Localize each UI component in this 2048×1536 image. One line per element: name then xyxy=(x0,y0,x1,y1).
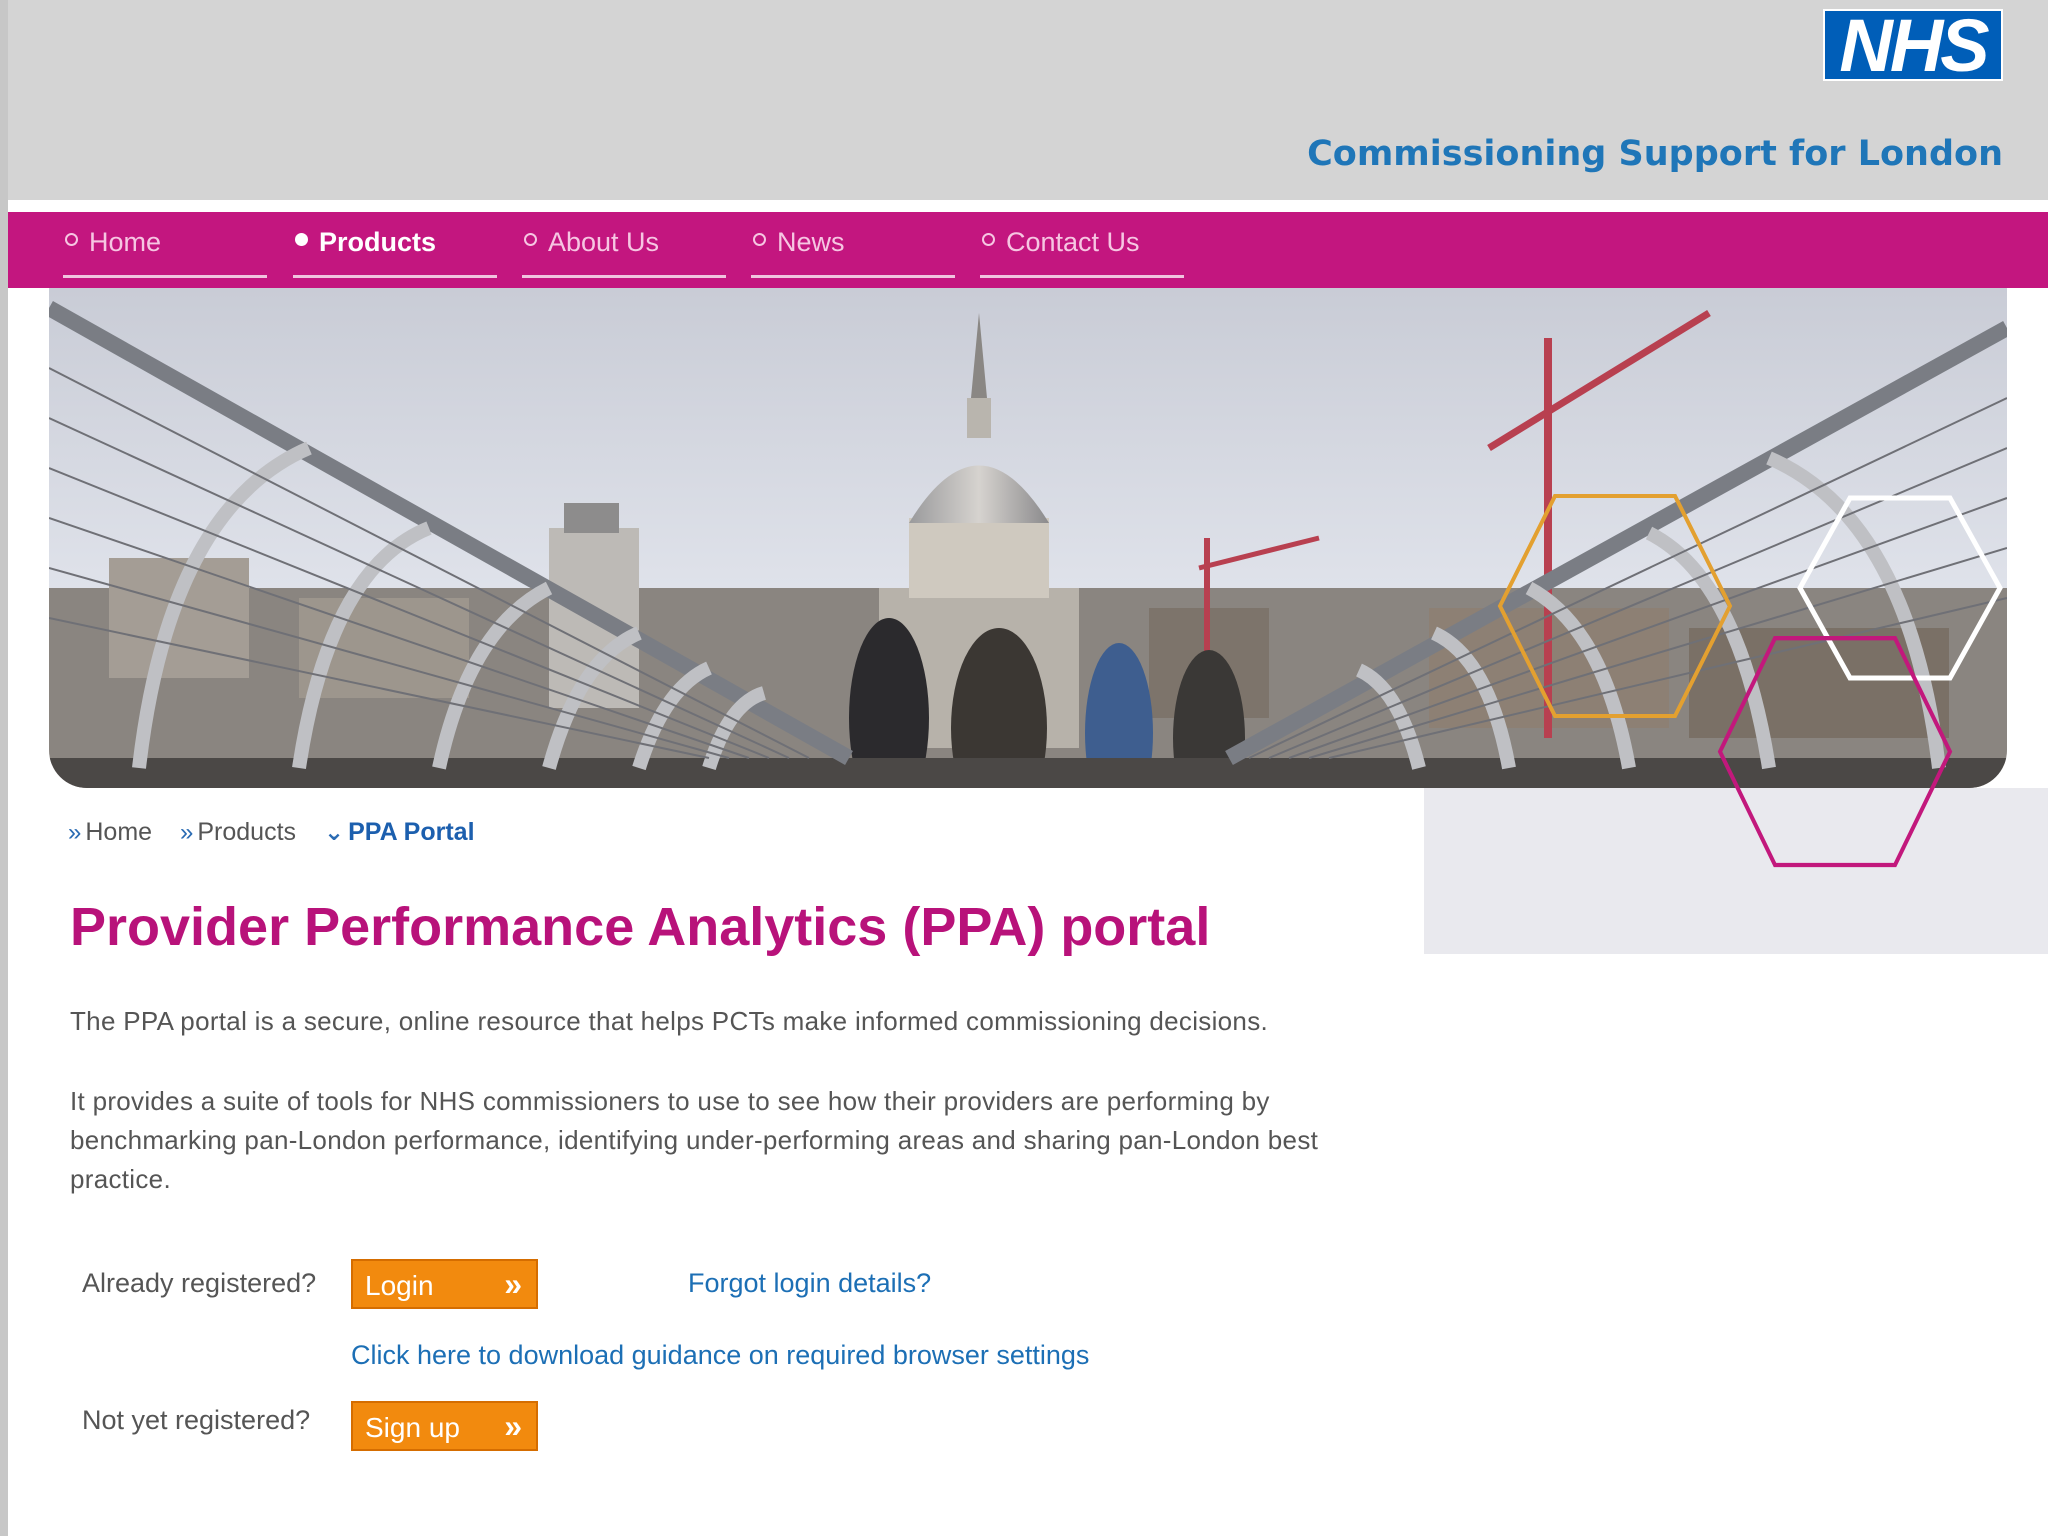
nav-bullet-icon xyxy=(524,233,537,246)
signup-button-label: Sign up xyxy=(365,1412,460,1443)
intro-paragraph: The PPA portal is a secure, online resou… xyxy=(70,1006,1269,1036)
breadcrumb-label: PPA Portal xyxy=(348,818,475,846)
site-header: NHS Commissioning Support for London xyxy=(8,0,2048,200)
already-registered-label: Already registered? xyxy=(82,1268,317,1298)
nav-item-about-us[interactable]: About Us xyxy=(522,212,726,278)
not-registered-label: Not yet registered? xyxy=(82,1405,311,1435)
login-button[interactable]: Login » xyxy=(351,1259,538,1309)
double-chevron-right-icon: » xyxy=(504,1408,522,1444)
nav-item-contact-us[interactable]: Contact Us xyxy=(980,212,1184,278)
right-side-panel xyxy=(1424,788,2048,954)
forgot-login-link[interactable]: Forgot login details? xyxy=(688,1268,931,1299)
breadcrumb-item-products[interactable]: » Products xyxy=(180,818,296,847)
left-border xyxy=(0,0,8,1536)
nav-label: Contact Us xyxy=(1006,227,1140,257)
nav-item-home[interactable]: Home xyxy=(63,212,267,278)
double-chevron-right-icon: » xyxy=(504,1266,522,1302)
main-nav: Home Products About Us News Contact Us xyxy=(8,212,2048,288)
breadcrumb-label: Home xyxy=(85,818,153,846)
breadcrumb-item-home[interactable]: » Home xyxy=(68,818,152,847)
nav-item-products[interactable]: Products xyxy=(293,212,497,278)
org-name: Commissioning Support for London xyxy=(1307,134,2003,174)
login-button-label: Login xyxy=(365,1270,434,1301)
double-chevron-right-icon: » xyxy=(180,819,194,846)
double-chevron-down-icon: ⌄ xyxy=(324,819,345,846)
double-chevron-right-icon: » xyxy=(68,819,82,846)
nav-label: Products xyxy=(319,227,437,257)
nav-bullet-icon xyxy=(982,233,995,246)
london-bridge-photo xyxy=(49,288,2007,788)
description-paragraph: It provides a suite of tools for NHS com… xyxy=(70,1086,1319,1194)
nav-label: Home xyxy=(89,227,162,257)
nav-bullet-icon xyxy=(753,233,766,246)
page-title: Provider Performance Analytics (PPA) por… xyxy=(70,897,1211,957)
nav-item-news[interactable]: News xyxy=(751,212,955,278)
nav-label: News xyxy=(777,227,845,257)
nav-bullet-icon xyxy=(295,233,308,246)
nav-bullet-icon xyxy=(65,233,78,246)
breadcrumb-item-ppa-portal: ⌄ PPA Portal xyxy=(324,818,475,847)
breadcrumb-label: Products xyxy=(197,818,297,846)
nhs-logo[interactable]: NHS xyxy=(1823,9,2003,83)
browser-guidance-link[interactable]: Click here to download guidance on requi… xyxy=(351,1340,1089,1371)
nav-label: About Us xyxy=(548,227,660,257)
hero-banner-image xyxy=(49,288,2007,788)
signup-button[interactable]: Sign up » xyxy=(351,1401,538,1451)
